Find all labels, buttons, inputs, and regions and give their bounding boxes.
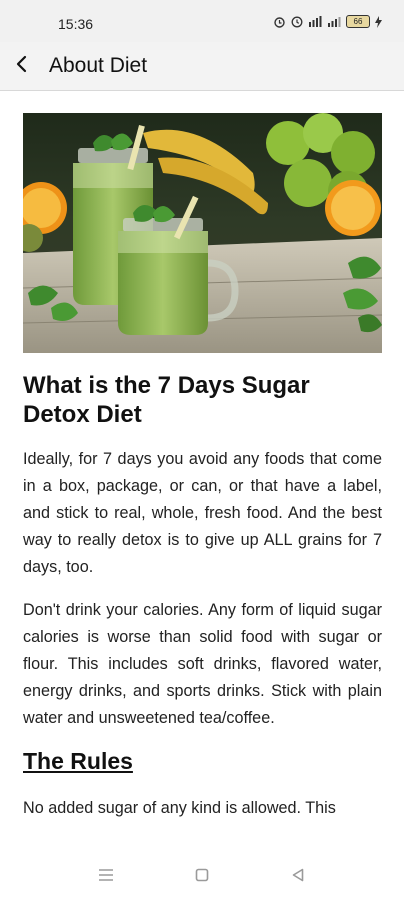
article-title: What is the 7 Days Sugar Detox Diet: [23, 372, 310, 428]
home-square-icon: [195, 868, 209, 887]
nav-back-button[interactable]: [283, 864, 313, 890]
rules-intro: No added sugar of any kind is allowed. T…: [23, 799, 336, 817]
article: What is the 7 Days Sugar Detox Diet Idea…: [23, 371, 382, 838]
article-paragraph-2: Don't drink your calories. Any form of l…: [23, 601, 382, 727]
recent-apps-button[interactable]: [91, 864, 121, 890]
home-button[interactable]: [187, 864, 217, 890]
menu-icon: [98, 868, 114, 887]
status-icons: 66: [273, 15, 382, 28]
status-time: 15:36: [58, 16, 94, 32]
article-paragraph-1: Ideally, for 7 days you avoid any foods …: [23, 450, 382, 576]
back-triangle-icon: [291, 868, 305, 887]
battery-icon: 66: [346, 15, 370, 28]
back-arrow-icon: [15, 55, 29, 78]
charging-icon: [375, 15, 382, 28]
sim-signal-icon: [308, 16, 322, 27]
wifi-signal-icon: [327, 16, 341, 27]
alarm-icon: [273, 16, 286, 28]
status-bar: 15:36 66: [0, 0, 404, 42]
app-bar: About Diet: [0, 42, 404, 91]
clock-icon: [291, 16, 303, 28]
back-button[interactable]: [2, 46, 42, 86]
page-title: About Diet: [49, 54, 148, 77]
section-heading-rules: The Rules: [23, 748, 133, 774]
content-scroll[interactable]: What is the 7 Days Sugar Detox Diet Idea…: [0, 91, 404, 854]
hero-image: [23, 113, 382, 353]
system-nav-bar: [0, 854, 404, 900]
